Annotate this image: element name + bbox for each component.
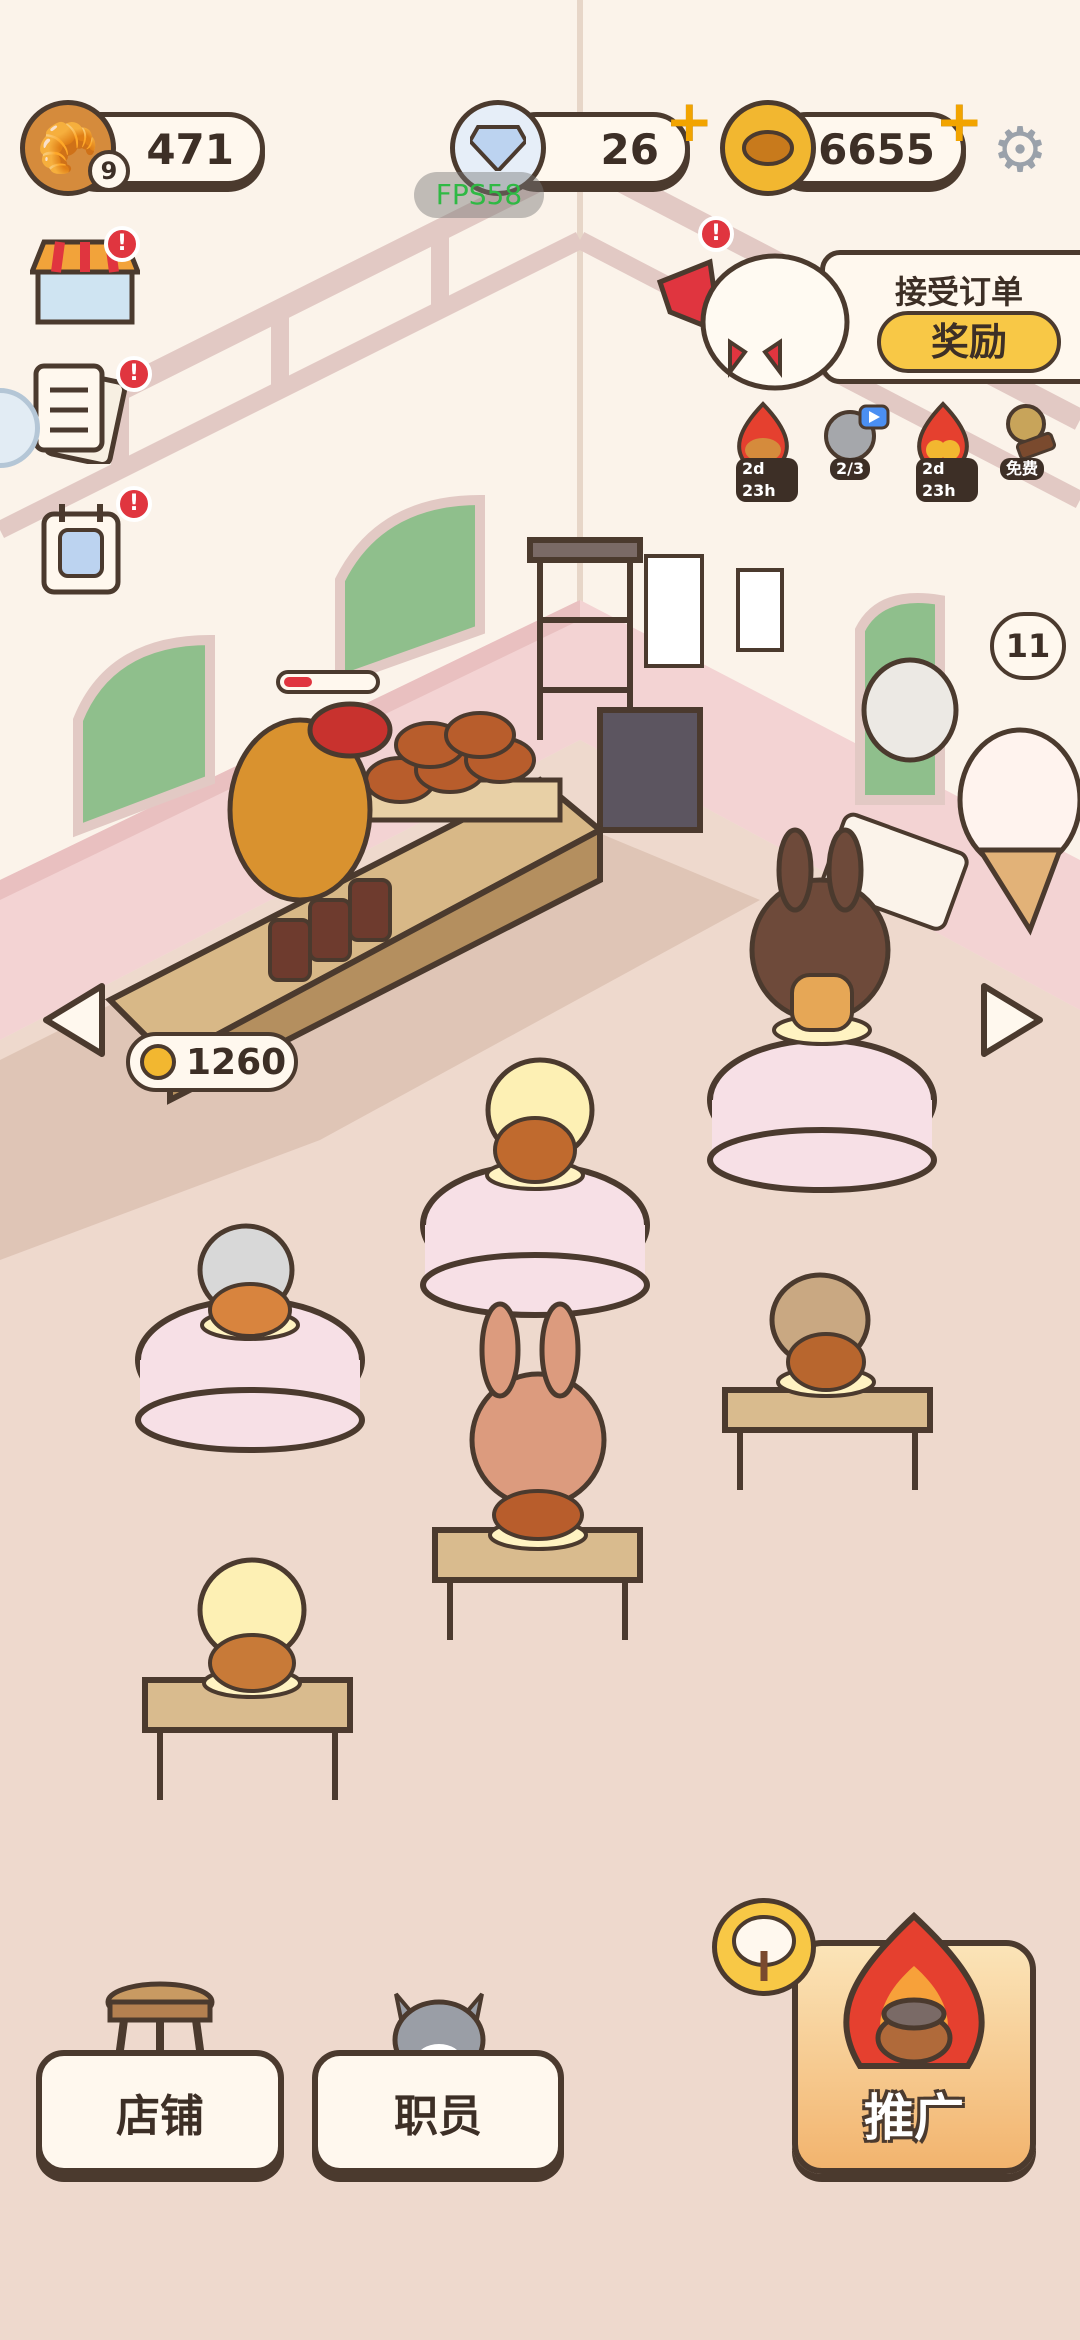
- order-list-alert-badge: !: [116, 356, 152, 392]
- shop-button[interactable]: 店铺: [36, 2050, 284, 2174]
- bread-count-text: 471: [146, 124, 234, 174]
- staff-button[interactable]: 职员: [312, 2050, 564, 2174]
- coin-icon: [720, 100, 816, 196]
- promote-button[interactable]: 推广: [792, 1911, 1036, 2174]
- shop-button-label: 店铺: [116, 2091, 204, 2142]
- staff-button-label: 职员: [394, 2091, 482, 2142]
- promote-button-label: 推广: [864, 2089, 964, 2147]
- event-icon-2[interactable]: 2/3: [820, 400, 890, 480]
- event-progress-2: 2/3: [830, 458, 871, 480]
- fps-readout: FPS58: [414, 172, 544, 218]
- order-alert-badge: !: [698, 216, 734, 252]
- event-timer-1: 2d 23h: [736, 458, 798, 502]
- bread-level-badge: 9: [88, 150, 130, 192]
- coin-small-icon: [140, 1044, 176, 1080]
- event-free-label: 免费: [1000, 458, 1045, 480]
- event-icon-4[interactable]: 免费: [996, 400, 1066, 480]
- next-area-arrow-icon[interactable]: [976, 980, 1046, 1060]
- event-icon-1[interactable]: 2d 23h: [728, 400, 798, 502]
- add-diamonds-button[interactable]: +: [665, 92, 714, 150]
- previous-area-arrow-icon[interactable]: [40, 980, 110, 1060]
- event-icon-3[interactable]: 2d 23h: [908, 400, 978, 502]
- calendar-icon[interactable]: [40, 500, 122, 596]
- calendar-alert-badge: !: [116, 486, 152, 522]
- customer-queue-bubble[interactable]: 11: [990, 612, 1066, 680]
- bread-level-text: 9: [100, 157, 118, 185]
- cat-megaphone-mascot[interactable]: [650, 232, 860, 402]
- diamond-count-text: 26: [600, 124, 659, 174]
- event-timer-3: 2d 23h: [916, 458, 978, 502]
- order-reward-button[interactable]: 奖励: [877, 311, 1061, 373]
- game-scene: 471 🥐 9 26 + FPS58 56655 + ⚙ ! ! ! 接受订单 …: [0, 0, 1080, 2340]
- counter-coins-collect[interactable]: 1260: [126, 1032, 298, 1092]
- order-panel-title: 接受订单: [895, 273, 1024, 311]
- fan-hint-bubble-icon[interactable]: [712, 1898, 816, 1996]
- add-coins-button[interactable]: +: [935, 92, 984, 150]
- customer-queue-count: 11: [1005, 627, 1051, 665]
- counter-coins-text: 1260: [186, 1041, 287, 1083]
- flame-icon: [843, 1911, 985, 2069]
- settings-gear-icon[interactable]: ⚙: [988, 118, 1052, 182]
- order-list-icon[interactable]: [30, 360, 130, 467]
- shop-alert-badge: !: [104, 226, 140, 262]
